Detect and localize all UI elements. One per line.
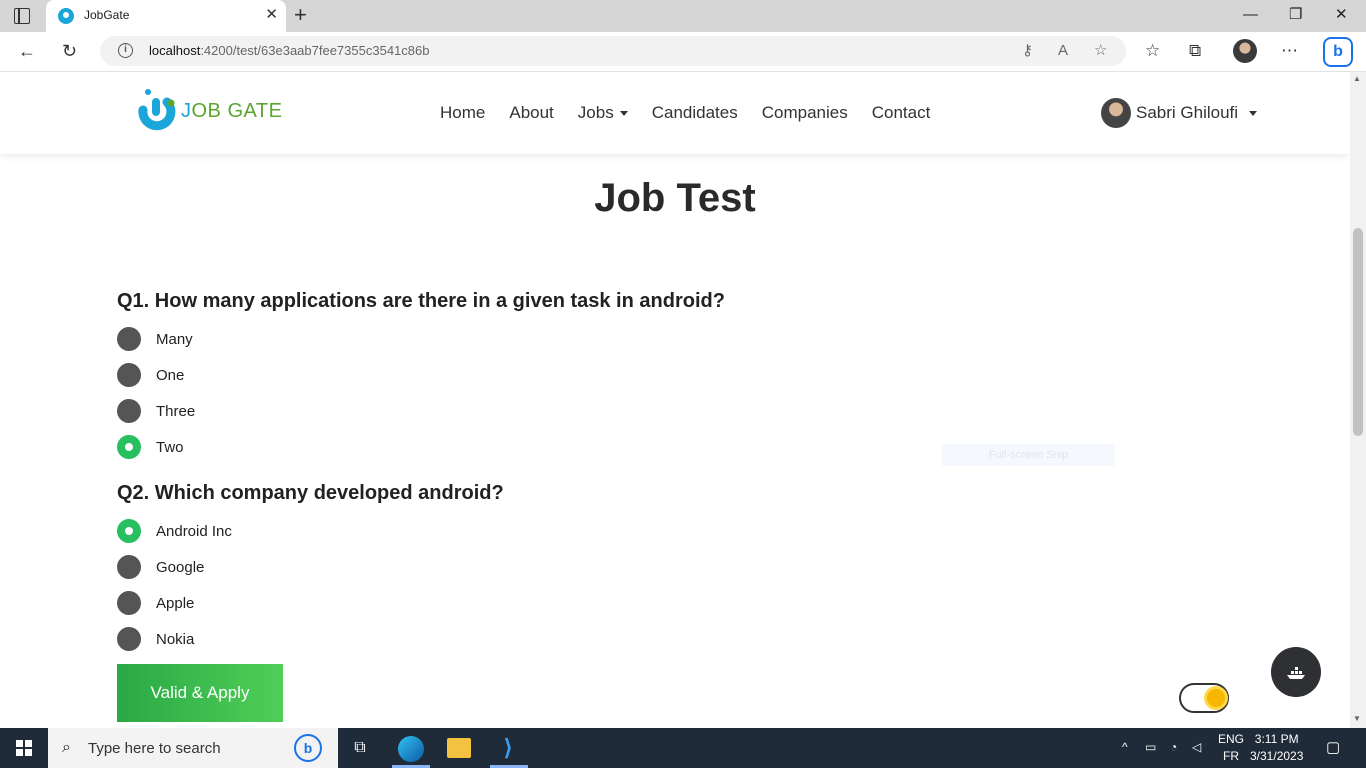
radio-button-selected[interactable] bbox=[117, 519, 141, 543]
q2-option-apple[interactable]: Apple bbox=[117, 591, 194, 615]
edge-icon[interactable] bbox=[398, 736, 424, 762]
q1-option-three[interactable]: Three bbox=[117, 399, 195, 423]
system-clock[interactable]: 3:11 PM 3/31/2023 bbox=[1250, 731, 1303, 765]
notifications-icon[interactable]: ▢ bbox=[1326, 738, 1340, 756]
browser-tab[interactable]: JobGate ✕ bbox=[46, 0, 286, 32]
nav-candidates[interactable]: Candidates bbox=[652, 103, 738, 123]
battery-icon[interactable]: ▭ bbox=[1145, 740, 1156, 754]
user-menu[interactable]: Sabri Ghiloufi bbox=[1101, 98, 1258, 128]
scroll-up-icon[interactable]: ▲ bbox=[1353, 74, 1361, 83]
bing-search-icon[interactable]: b bbox=[294, 734, 322, 762]
new-tab-icon[interactable]: + bbox=[294, 2, 307, 28]
favicon-icon bbox=[58, 8, 74, 24]
option-label: Many bbox=[156, 330, 193, 348]
boat-icon bbox=[1287, 667, 1305, 680]
url-text: localhost:4200/test/63e3aab7fee7355c3541… bbox=[149, 43, 430, 58]
scroll-down-icon[interactable]: ▼ bbox=[1353, 714, 1361, 723]
scroll-thumb[interactable] bbox=[1353, 228, 1363, 436]
site-navbar: JOB GATE Home About Jobs Candidates Comp… bbox=[0, 72, 1350, 154]
volume-icon[interactable]: ◁ bbox=[1192, 740, 1201, 754]
nav-links: Home About Jobs Candidates Companies Con… bbox=[440, 103, 930, 123]
windows-start-icon[interactable] bbox=[16, 740, 32, 756]
wifi-icon[interactable]: ◔ bbox=[1170, 740, 1177, 754]
file-explorer-icon[interactable] bbox=[447, 738, 471, 758]
radio-button[interactable] bbox=[117, 591, 141, 615]
nav-home[interactable]: Home bbox=[440, 103, 485, 123]
bing-icon[interactable]: b bbox=[1323, 37, 1353, 67]
option-label: Nokia bbox=[156, 630, 195, 648]
snip-overlay-label: Full-screen Snip bbox=[942, 444, 1115, 466]
valid-apply-button[interactable]: Valid & Apply bbox=[117, 664, 283, 722]
user-avatar bbox=[1101, 98, 1131, 128]
browser-tab-bar: JobGate ✕ + — ❐ ✕ bbox=[0, 0, 1366, 32]
page-title: Job Test bbox=[594, 176, 756, 220]
clock-date: 3/31/2023 bbox=[1250, 749, 1304, 763]
radio-button[interactable] bbox=[117, 363, 141, 387]
radio-button[interactable] bbox=[117, 399, 141, 423]
question-2: Q2. Which company developed android? bbox=[117, 482, 504, 504]
language-code: ENG bbox=[1218, 732, 1245, 746]
option-label: Apple bbox=[156, 594, 195, 612]
search-placeholder: Type here to search bbox=[88, 740, 221, 757]
vscode-icon[interactable]: ⟩ bbox=[496, 736, 520, 760]
profile-avatar[interactable] bbox=[1233, 39, 1257, 63]
task-view-icon[interactable]: ⧉ bbox=[348, 736, 372, 760]
option-label: Android Inc bbox=[156, 522, 232, 540]
keyboard-layout: FR bbox=[1223, 749, 1239, 763]
search-icon: ⌕ bbox=[62, 739, 71, 756]
option-label: One bbox=[156, 366, 185, 384]
collections-icon[interactable]: ⧉ bbox=[1189, 40, 1201, 62]
site-info-icon[interactable]: i bbox=[118, 43, 133, 58]
q1-option-two[interactable]: Two bbox=[117, 435, 184, 459]
option-label: Two bbox=[156, 438, 184, 456]
radio-button[interactable] bbox=[117, 327, 141, 351]
radio-button[interactable] bbox=[117, 627, 141, 651]
minimize-icon[interactable]: — bbox=[1243, 4, 1258, 26]
option-label: Three bbox=[156, 402, 196, 420]
chevron-down-icon bbox=[619, 111, 628, 117]
tab-title: JobGate bbox=[84, 8, 130, 22]
user-name: Sabri Ghiloufi bbox=[1136, 103, 1239, 122]
nav-companies[interactable]: Companies bbox=[762, 103, 848, 123]
add-favorite-icon[interactable]: ☆ bbox=[1094, 41, 1107, 61]
radio-button-selected[interactable] bbox=[117, 435, 141, 459]
back-icon[interactable]: ← bbox=[18, 40, 36, 62]
chevron-down-icon bbox=[1249, 110, 1258, 116]
jobgate-logo-icon[interactable] bbox=[135, 86, 177, 136]
taskbar-search[interactable]: ⌕ Type here to search b bbox=[48, 728, 338, 768]
show-hidden-icons-icon[interactable]: ^ bbox=[1122, 740, 1128, 754]
option-label: Google bbox=[156, 558, 205, 576]
nav-jobs[interactable]: Jobs bbox=[578, 103, 628, 123]
language-indicator[interactable]: ENG FR bbox=[1218, 731, 1244, 765]
tab-close-icon[interactable]: ✕ bbox=[265, 5, 278, 25]
q1-option-many[interactable]: Many bbox=[117, 327, 193, 351]
q1-option-one[interactable]: One bbox=[117, 363, 184, 387]
read-aloud-icon[interactable]: A bbox=[1058, 41, 1068, 61]
address-toolbar: ← ↻ i localhost:4200/test/63e3aab7fee735… bbox=[0, 32, 1366, 72]
clock-time: 3:11 PM bbox=[1254, 732, 1299, 746]
nav-contact[interactable]: Contact bbox=[872, 103, 931, 123]
logo-text[interactable]: JOB GATE bbox=[181, 100, 282, 123]
close-window-icon[interactable]: ✕ bbox=[1335, 4, 1348, 26]
web-page: JOB GATE Home About Jobs Candidates Comp… bbox=[0, 72, 1350, 728]
theme-toggle[interactable] bbox=[1179, 683, 1229, 713]
q2-option-android-inc[interactable]: Android Inc bbox=[117, 519, 232, 543]
q2-option-google[interactable]: Google bbox=[117, 555, 204, 579]
key-icon[interactable]: ⚷ bbox=[1022, 41, 1033, 61]
url-field[interactable]: i localhost:4200/test/63e3aab7fee7355c35… bbox=[100, 36, 1126, 66]
nav-about[interactable]: About bbox=[509, 103, 553, 123]
q2-option-nokia[interactable]: Nokia bbox=[117, 627, 194, 651]
tab-actions-icon[interactable] bbox=[14, 8, 30, 24]
more-menu-icon[interactable]: ⋯ bbox=[1281, 40, 1298, 62]
sun-icon bbox=[1207, 689, 1225, 707]
refresh-icon[interactable]: ↻ bbox=[62, 40, 77, 62]
chat-fab-button[interactable] bbox=[1271, 647, 1321, 697]
restore-icon[interactable]: ❐ bbox=[1289, 4, 1302, 26]
question-1: Q1. How many applications are there in a… bbox=[117, 290, 725, 312]
favorites-icon[interactable]: ☆ bbox=[1145, 40, 1160, 62]
radio-button[interactable] bbox=[117, 555, 141, 579]
taskbar: ⌕ Type here to search b ⧉ ⟩ ^ ▭ ◔ ◁ ENG … bbox=[0, 728, 1366, 768]
page-scrollbar[interactable]: ▲ ▼ bbox=[1350, 72, 1366, 728]
